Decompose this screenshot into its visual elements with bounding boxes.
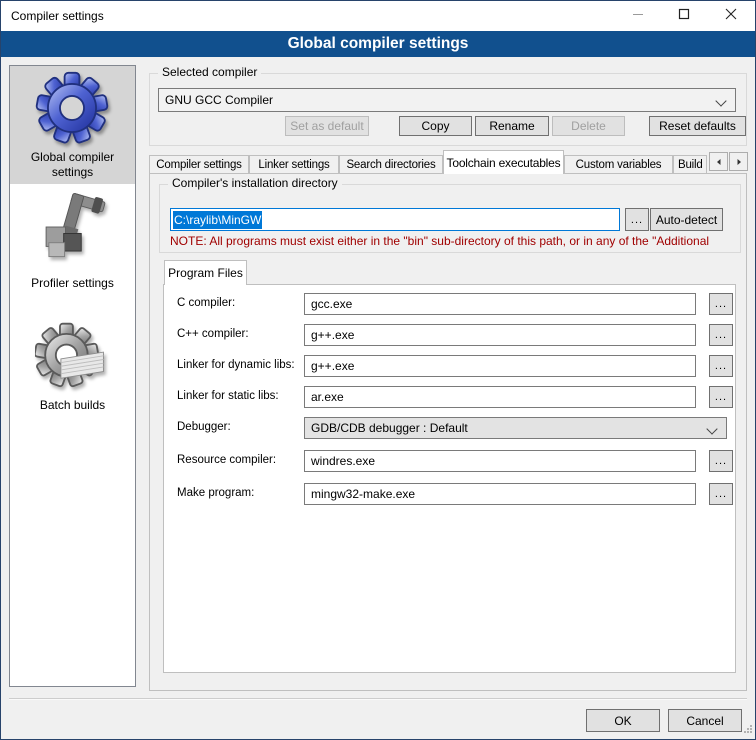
field-label-c-compiler: C compiler: [177, 297, 235, 309]
ok-button[interactable]: OK [586, 709, 660, 732]
field-label-linker-dynamic: Linker for dynamic libs: [177, 359, 295, 371]
copy-button[interactable]: Copy [399, 116, 472, 136]
make-program-input[interactable]: mingw32-make.exe [304, 483, 696, 505]
close-icon [725, 8, 737, 23]
delete-button[interactable]: Delete [552, 116, 625, 136]
chevron-down-icon [715, 95, 726, 106]
tab-build-options[interactable]: Build [673, 155, 707, 174]
window-title: Compiler settings [11, 9, 104, 23]
sidebar-item-label: Batch builds [10, 398, 135, 413]
field-label-make-program: Make program: [177, 487, 254, 499]
cpp-compiler-browse-button[interactable]: ... [709, 324, 733, 346]
installation-directory-browse-button[interactable]: ... [625, 208, 649, 231]
make-program-browse-button[interactable]: ... [709, 483, 733, 505]
tab-toolchain-executables[interactable]: Toolchain executables [443, 150, 564, 174]
tab-linker-settings[interactable]: Linker settings [249, 155, 339, 174]
installation-note: NOTE: All programs must exist either in … [170, 234, 732, 248]
minimize-icon [632, 8, 644, 23]
cpp-compiler-input[interactable]: g++.exe [304, 324, 696, 346]
debugger-select-value: GDB/CDB debugger : Default [305, 421, 468, 435]
minimize-button[interactable] [615, 1, 661, 30]
tab-custom-variables[interactable]: Custom variables [564, 155, 673, 174]
subtab-program-files[interactable]: Program Files [164, 260, 247, 285]
field-label-cpp-compiler: C++ compiler: [177, 328, 249, 340]
installation-directory-group-label: Compiler's installation directory [168, 176, 342, 190]
installation-directory-group: Compiler's installation directory C:\ray… [159, 184, 741, 253]
close-button[interactable] [707, 1, 754, 30]
tab-scroll-left-button[interactable] [709, 152, 728, 171]
selected-compiler-group: Selected compiler GNU GCC Compiler Set a… [149, 73, 747, 146]
compiler-settings-dialog: Compiler settings Global compiler settin… [0, 0, 756, 740]
settings-category-list: Global compiler settings Profiler settin… [9, 65, 136, 687]
debugger-select[interactable]: GDB/CDB debugger : Default [304, 417, 727, 439]
maximize-button[interactable] [661, 1, 707, 30]
c-compiler-input[interactable]: gcc.exe [304, 293, 696, 315]
field-label-linker-static: Linker for static libs: [177, 390, 279, 402]
sidebar-item-batch-builds[interactable]: Batch builds [10, 316, 135, 420]
linker-dynamic-input[interactable]: g++.exe [304, 355, 696, 377]
sidebar-item-profiler-settings[interactable]: Profiler settings [10, 184, 135, 296]
program-files-panel: C compiler: gcc.exe ... C++ compiler: g+… [163, 284, 736, 673]
chevron-down-icon [706, 423, 717, 434]
triangle-left-icon [715, 155, 723, 169]
selected-text: C:\raylib\MinGW [173, 211, 262, 229]
field-label-debugger: Debugger: [177, 421, 231, 433]
c-compiler-browse-button[interactable]: ... [709, 293, 733, 315]
resource-compiler-browse-button[interactable]: ... [709, 450, 733, 472]
triangle-right-icon [735, 155, 743, 169]
reset-defaults-button[interactable]: Reset defaults [649, 116, 746, 136]
tab-search-directories[interactable]: Search directories [339, 155, 443, 174]
auto-detect-button[interactable]: Auto-detect [650, 208, 723, 231]
dialog-header-title: Global compiler settings [288, 35, 469, 53]
sidebar-item-label: Profiler settings [10, 276, 135, 291]
global-compiler-settings-icon [35, 71, 109, 148]
compiler-select-value: GNU GCC Compiler [159, 93, 273, 107]
resize-grip[interactable] [743, 723, 753, 737]
tab-scroll-right-button[interactable] [729, 152, 748, 171]
rename-button[interactable]: Rename [475, 116, 549, 136]
compiler-select[interactable]: GNU GCC Compiler [158, 88, 736, 112]
selected-compiler-group-label: Selected compiler [158, 65, 261, 79]
tab-compiler-settings[interactable]: Compiler settings [149, 155, 249, 174]
profiler-settings-icon [35, 190, 109, 267]
sidebar-item-label: Global compiler settings [10, 150, 135, 180]
footer-separator [9, 698, 747, 700]
cancel-button[interactable]: Cancel [668, 709, 742, 732]
sidebar-item-global-compiler-settings[interactable]: Global compiler settings [10, 66, 135, 184]
linker-static-browse-button[interactable]: ... [709, 386, 733, 408]
maximize-icon [678, 8, 690, 23]
linker-static-input[interactable]: ar.exe [304, 386, 696, 408]
dialog-header: Global compiler settings [1, 31, 755, 57]
linker-dynamic-browse-button[interactable]: ... [709, 355, 733, 377]
installation-directory-input[interactable]: C:\raylib\MinGW [170, 208, 620, 231]
resource-compiler-input[interactable]: windres.exe [304, 450, 696, 472]
set-as-default-button[interactable]: Set as default [285, 116, 369, 136]
titlebar[interactable]: Compiler settings [1, 1, 755, 31]
field-label-resource-compiler: Resource compiler: [177, 454, 276, 466]
batch-builds-icon [35, 320, 109, 397]
